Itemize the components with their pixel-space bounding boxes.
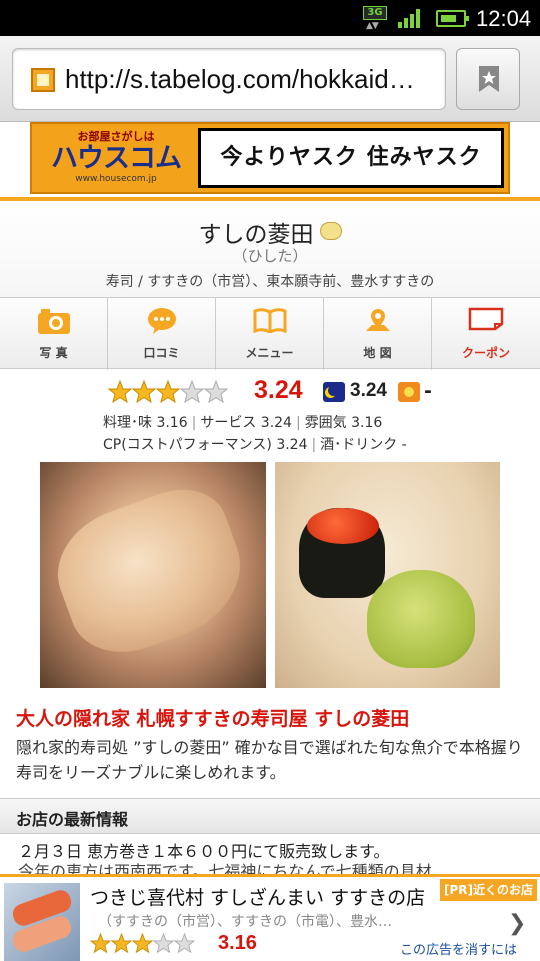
separator: | [295,415,301,431]
star-empty-icon [180,380,204,404]
site-favicon-icon [31,68,55,92]
status-time: 12:04 [476,6,532,31]
shop-kana: （ひした） [232,247,308,265]
tab-coupon[interactable]: クーポン [432,298,540,370]
service-score: 3.24 [260,415,292,431]
taste-score: 3.16 [156,415,188,431]
news-line: ２月３日 恵方巻き１本６００円にて販売致します。 [18,842,390,861]
hide-ad-link[interactable]: この広告を消すには [400,939,517,958]
shop-name-row: すしの菱田 [0,215,540,249]
taste-label: 料理･味 [103,415,152,431]
bookmark-button[interactable] [456,48,520,110]
rating-section: 3.24 3.24 - 料理･味 3.16 | サービス 3.24 | 雰囲気 3.16… [0,372,540,458]
ad-sushi-thumbnail [4,883,80,961]
sun-day-icon [398,382,420,402]
star-filled-icon [111,933,132,954]
news-body[interactable]: ２月３日 恵方巻き１本６００円にて販売致します。 今年の恵方は西南西です。七福神… [18,842,518,874]
tab-label: クーポン [461,346,510,360]
ad-shop-name: つきじ喜代村 すしざんまい すすきの店 [90,887,426,909]
cp-label: CP(コストパフォーマンス) [103,437,272,453]
separator: | [191,415,197,431]
sushi-photo-gunkan[interactable] [275,462,500,688]
moon-night-icon [323,382,345,402]
comment-bubble-icon[interactable] [319,222,342,240]
tab-label: メニュー [245,346,294,360]
shop-category: 寿司 / すすきの（市営）、東本願寺前、豊水すすきの [105,274,435,290]
catch-copy: 大人の隠れ家 札幌すすきの寿司屋 すしの菱田 [16,708,410,730]
data-activity-icon: ▲▼ [366,21,379,31]
ad-score: 3.16 [218,932,257,954]
banner-small-text: お部屋さがしは [77,130,155,143]
wasabi-shape [367,570,475,668]
total-score: 3.24 [254,376,303,404]
shop-header: すしの菱田 （ひした） 寿司 / すすきの（市営）、東本願寺前、豊水すすきの [0,197,540,297]
coupon-icon [468,307,504,331]
cp-score: 3.24 [276,437,308,453]
atmosphere-label: 雰囲気 [304,415,347,431]
banner-logo-block: お部屋さがしは ハウスコム www.housecom.jp [36,128,196,190]
drink-label: 酒･ドリンク [320,437,398,453]
banner-url: www.housecom.jp [75,174,157,184]
bottom-ad[interactable]: つきじ喜代村 すしざんまい すすきの店 [PR]近くのお店 （すすきの（市営）、… [0,874,540,961]
tab-reviews[interactable]: 口コミ [108,298,216,370]
book-icon [253,308,286,333]
tab-label: 口コミ [143,346,180,360]
atmosphere-score: 3.16 [351,415,383,431]
star-empty-icon [174,933,195,954]
camera-icon [37,309,70,334]
star-empty-icon [153,933,174,954]
rating-detail-row: 料理･味 3.16 | サービス 3.24 | 雰囲気 3.16 [103,412,407,434]
battery-icon [436,10,469,27]
service-label: サービス [200,415,257,431]
banner-logo: ハウスコム [51,143,182,174]
news-header: お店の最新情報 [0,798,540,834]
ad-banner[interactable]: お部屋さがしは ハウスコム www.housecom.jp 今よりヤスク 住みヤ… [30,122,510,194]
rating-stars [108,380,228,408]
ad-location: （すすきの（市営）、すすきの（市電）、豊水… [98,914,392,930]
day-score: - [424,380,432,402]
status-bar: 3G ▲▼ 12:04 [0,0,540,36]
star-bookmark-icon [479,66,499,92]
signal-strength-icon [398,8,424,28]
ad-rating-stars [90,933,195,958]
shop-description: 隠れ家的寿司処 ”すしの菱田” 確かな目で選ばれた旬な魚介で本格握り寿司をリーズ… [16,738,523,782]
sushi-photo-nigiri[interactable] [40,462,266,688]
tab-label: 写 真 [39,346,68,360]
roe-gunkan-shape [299,508,385,598]
speech-bubble-icon [147,308,176,334]
url-field[interactable]: http://s.tabelog.com/hokkaid… [12,48,446,110]
news-line: 今年の恵方は西南西です。七福神にちなんで七種類の具材 [18,862,432,874]
banner-tagline: 今よりヤスク 住みヤスク [198,128,504,188]
separator: | [311,437,317,453]
tab-map[interactable]: 地 図 [324,298,432,370]
star-filled-icon [132,933,153,954]
map-pin-icon [365,309,390,331]
drink-score: - [401,437,407,453]
tab-menu[interactable]: メニュー [216,298,324,370]
rating-details: 料理･味 3.16 | サービス 3.24 | 雰囲気 3.16 CP(コストパフォーマ… [103,412,407,456]
browser-toolbar: http://s.tabelog.com/hokkaid… [0,36,540,122]
star-filled-icon [132,380,156,404]
tab-photos[interactable]: 写 真 [0,298,108,370]
rating-detail-row: CP(コストパフォーマンス) 3.24 | 酒･ドリンク - [103,434,407,456]
star-filled-icon [108,380,132,404]
network-3g-icon: 3G [363,6,387,20]
tab-label: 地 図 [363,346,392,360]
star-filled-icon [90,933,111,954]
ad-pr-badge: [PR]近くのお店 [440,879,538,901]
shop-tabs: 写 真 口コミ メニュー 地 図 クーポン [0,297,540,370]
chevron-right-icon[interactable]: ❯ [508,911,526,936]
star-filled-icon [156,380,180,404]
url-text: http://s.tabelog.com/hokkaid… [65,64,415,94]
night-score: 3.24 [350,380,387,401]
news-heading: お店の最新情報 [16,810,129,829]
star-empty-icon [204,380,228,404]
